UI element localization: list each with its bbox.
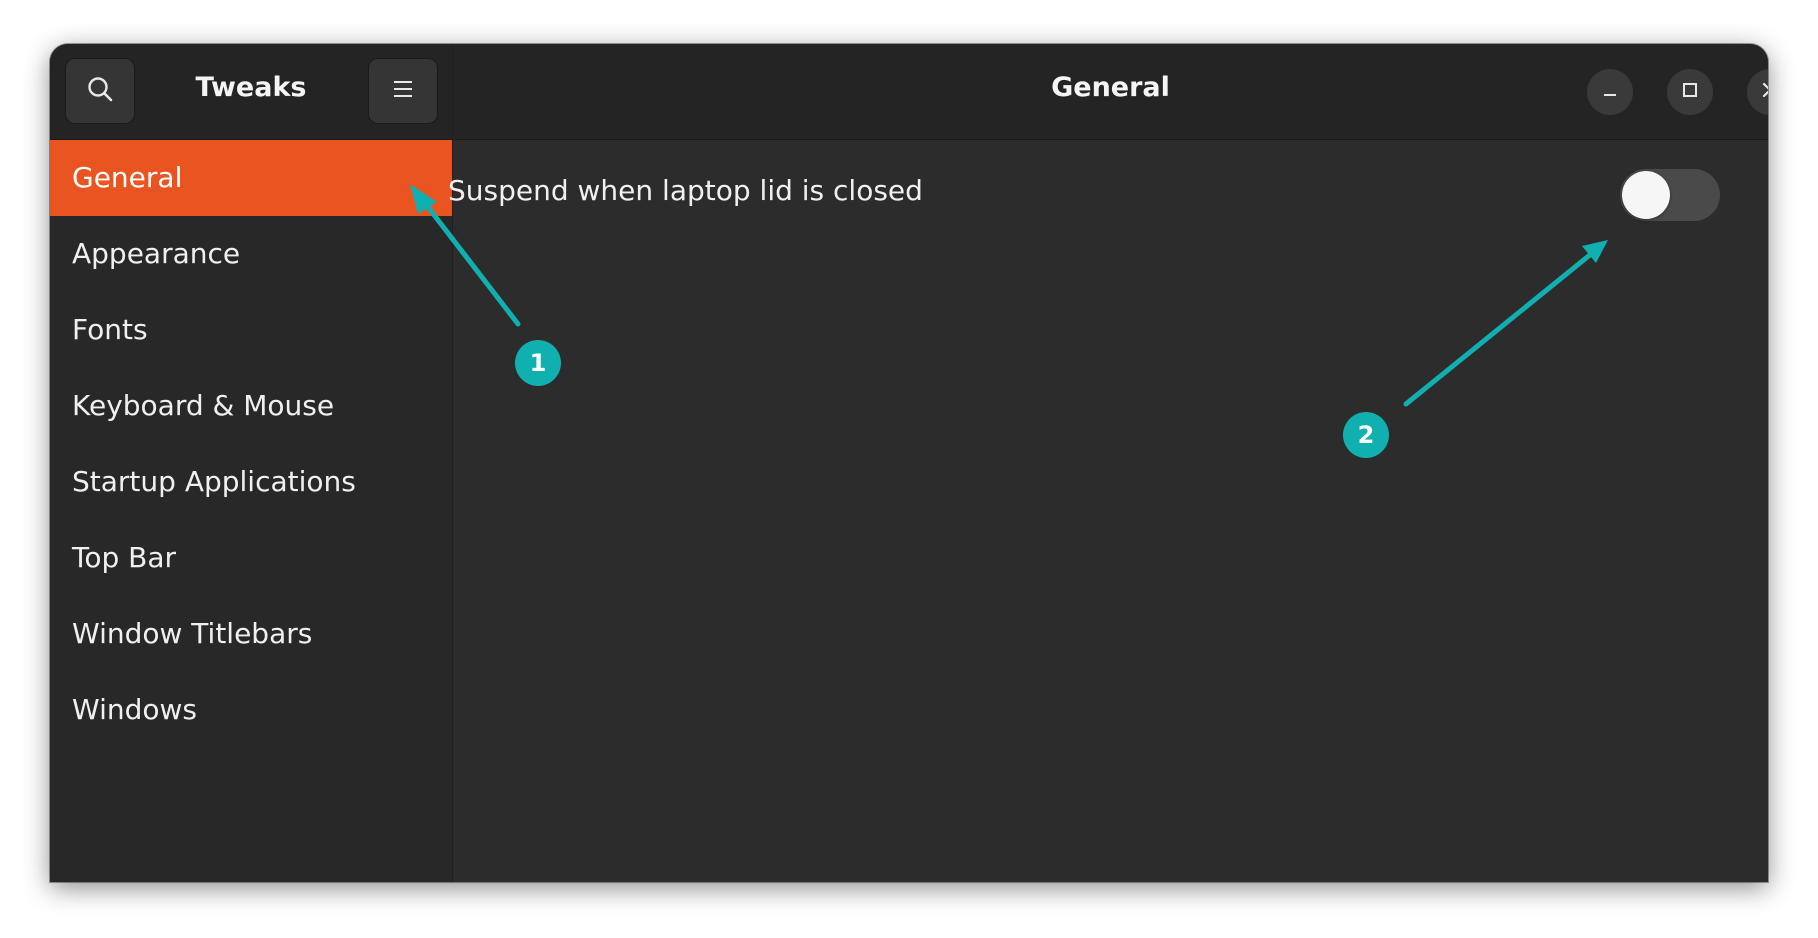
sidebar-nav: General Appearance Fonts Keyboard & Mous… (50, 140, 452, 748)
toggle-knob (1622, 171, 1670, 219)
sidebar-item-windows[interactable]: Windows (50, 672, 452, 748)
minimize-button[interactable] (1587, 69, 1633, 115)
sidebar-header: Tweaks (50, 44, 452, 140)
main-menu-button[interactable] (369, 59, 437, 123)
sidebar-title: Tweaks (195, 72, 307, 103)
sidebar-item-fonts[interactable]: Fonts (50, 292, 452, 368)
sidebar-item-startup-applications[interactable]: Startup Applications (50, 444, 452, 520)
page-title: General (1051, 72, 1170, 103)
maximize-icon (1681, 81, 1699, 103)
hamburger-menu-icon (391, 78, 415, 104)
search-icon (86, 75, 114, 107)
annotation-marker-2: 2 (1343, 412, 1389, 458)
sidebar-item-appearance[interactable]: Appearance (50, 216, 452, 292)
maximize-button[interactable] (1667, 69, 1713, 115)
setting-row-suspend-lid: Suspend when laptop lid is closed (448, 160, 1720, 230)
minimize-icon (1601, 81, 1619, 103)
search-button[interactable] (66, 59, 134, 123)
sidebar-item-keyboard-mouse[interactable]: Keyboard & Mouse (50, 368, 452, 444)
setting-label: Suspend when laptop lid is closed (448, 174, 923, 207)
close-icon (1761, 81, 1768, 103)
sidebar-item-general[interactable]: General (50, 140, 452, 216)
sidebar-item-top-bar[interactable]: Top Bar (50, 520, 452, 596)
sidebar-item-window-titlebars[interactable]: Window Titlebars (50, 596, 452, 672)
sidebar: Tweaks General Appearance Fonts Keyboard… (50, 44, 453, 882)
suspend-lid-toggle[interactable] (1620, 169, 1720, 221)
main-header: General (453, 44, 1768, 140)
annotation-marker-1: 1 (515, 340, 561, 386)
